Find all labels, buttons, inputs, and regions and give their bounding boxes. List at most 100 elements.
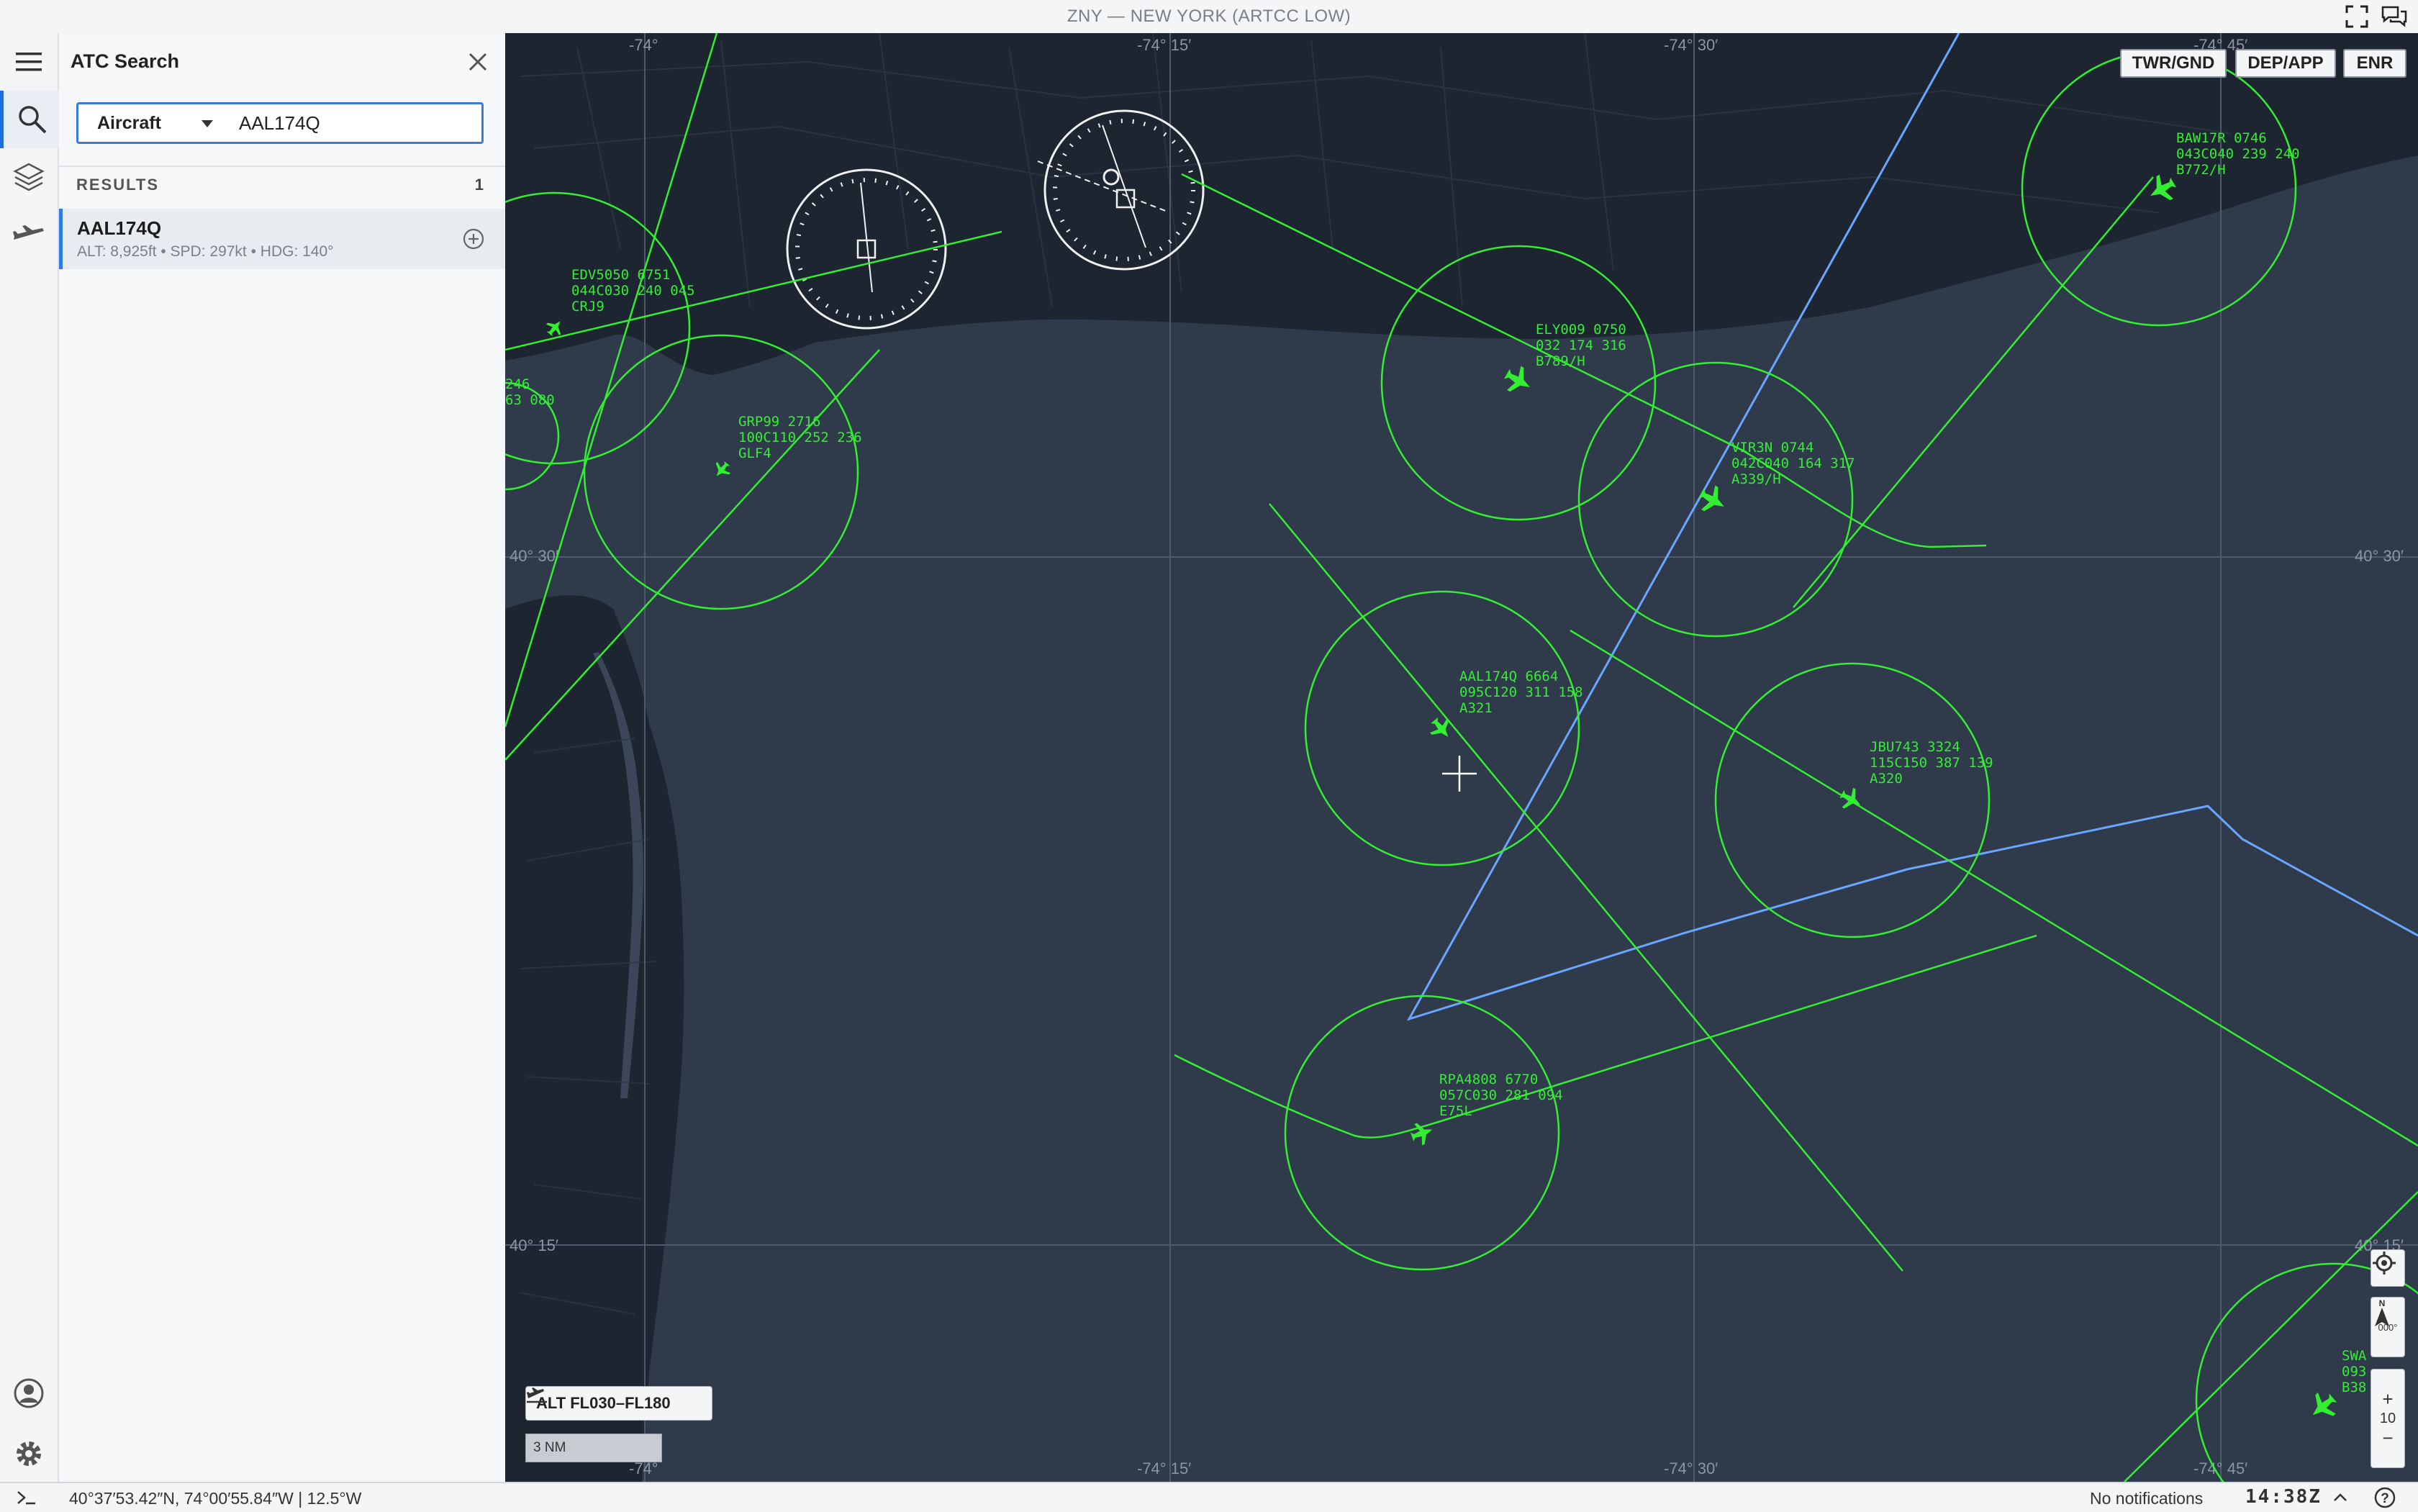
status-bar: 40°37′53.42″N, 74°00′55.84″W | 12.5°W No…: [0, 1482, 2418, 1512]
svg-text:?: ?: [2381, 1491, 2389, 1506]
svg-text:A321: A321: [1459, 700, 1493, 716]
svg-text:63 080: 63 080: [505, 392, 555, 408]
svg-text:115C150 387 139: 115C150 387 139: [1870, 755, 1993, 771]
radar-map[interactable]: -74° -74° 15′ -74° 30′ -74° 45′ -74° -74…: [505, 33, 2418, 1482]
zoom-in-button[interactable]: +: [2382, 1388, 2393, 1411]
svg-text:SWA: SWA: [2342, 1348, 2367, 1364]
settings-rail-button[interactable]: [0, 1425, 58, 1482]
svg-text:BAW17R 0746: BAW17R 0746: [2176, 130, 2267, 146]
crosshair-target-icon: [2373, 1251, 2396, 1275]
svg-text:095C120 311 158: 095C120 311 158: [1459, 684, 1583, 700]
results-label: RESULTS: [76, 176, 160, 194]
scale-bar: 3 NM: [525, 1434, 662, 1462]
category-select-value: Aircraft: [97, 112, 161, 133]
search-rail-button[interactable]: [0, 91, 61, 148]
svg-text:246: 246: [505, 376, 530, 392]
svg-text:044C030 240 045: 044C030 240 045: [571, 283, 695, 299]
chevron-up-icon[interactable]: [2332, 1490, 2349, 1505]
zoom-level: 10: [2379, 1410, 2396, 1426]
result-details: ALT: 8,925ft • SPD: 297kt • HDG: 140°: [77, 243, 334, 260]
svg-text:042C040 164 317: 042C040 164 317: [1731, 456, 1855, 471]
add-circle-icon[interactable]: [459, 225, 488, 253]
window-title-bar: ZNY — NEW YORK (ARTCC LOW): [0, 0, 2418, 35]
grid-label-top: -74° 15′: [1137, 36, 1191, 54]
result-item[interactable]: AAL174Q ALT: 8,925ft • SPD: 297kt • HDG:…: [59, 209, 505, 269]
svg-text:093: 093: [2342, 1364, 2366, 1380]
help-icon[interactable]: ?: [2373, 1486, 2396, 1509]
close-panel-button[interactable]: [462, 46, 494, 78]
svg-text:B789/H: B789/H: [1536, 353, 1585, 369]
zoom-out-button[interactable]: −: [2382, 1427, 2393, 1449]
grid-label-bottom: -74° 15′: [1137, 1459, 1191, 1477]
enr-button[interactable]: ENR: [2343, 49, 2406, 78]
locate-button[interactable]: [2371, 1249, 2405, 1287]
svg-text:CRJ9: CRJ9: [571, 299, 604, 314]
svg-text:032 174 316: 032 174 316: [1536, 338, 1626, 353]
results-header: RESULTS 1: [76, 176, 484, 194]
north-arrow-icon: N: [2375, 1298, 2389, 1326]
flights-rail-button[interactable]: [0, 206, 58, 263]
svg-text:043C040 239 240: 043C040 239 240: [2176, 146, 2300, 162]
zoom-control: + 10 −: [2371, 1369, 2405, 1468]
scale-label: 3 NM: [533, 1440, 566, 1455]
navigation-rail: [0, 33, 61, 1482]
chat-icon[interactable]: [2381, 4, 2408, 29]
compass-button[interactable]: N 000°: [2371, 1297, 2405, 1357]
search-input[interactable]: [233, 104, 481, 142]
grid-label-top: -74° 30′: [1664, 36, 1718, 54]
layers-rail-button[interactable]: [0, 148, 58, 206]
airplane-icon: [13, 225, 44, 240]
gear-icon: [17, 1441, 41, 1466]
data-block[interactable]: SWA 093 B38: [2342, 1348, 2367, 1395]
svg-text:057C030 281 094: 057C030 281 094: [1439, 1087, 1563, 1103]
notifications-status[interactable]: No notifications: [2090, 1489, 2203, 1508]
svg-text:VIR3N 0744: VIR3N 0744: [1731, 440, 1814, 456]
user-icon: [14, 1378, 44, 1408]
menu-button[interactable]: [0, 33, 58, 91]
window-title: ZNY — NEW YORK (ARTCC LOW): [1067, 6, 1351, 26]
close-icon: [468, 53, 487, 71]
svg-text:RPA4808 6770: RPA4808 6770: [1439, 1072, 1538, 1087]
svg-text:B38: B38: [2342, 1380, 2366, 1395]
svg-text:JBU743 3324: JBU743 3324: [1870, 739, 1960, 755]
category-select[interactable]: Aircraft: [78, 104, 233, 142]
twr-gnd-button[interactable]: TWR/GND: [2120, 49, 2227, 78]
result-callsign: AAL174Q: [77, 217, 162, 239]
search-panel: ATC Search Aircraft RESULTS 1 AAL174Q AL…: [59, 33, 507, 1482]
svg-text:E75L: E75L: [1439, 1103, 1472, 1119]
terminal-icon[interactable]: [16, 1488, 37, 1508]
search-icon: [19, 106, 47, 134]
svg-text:100C110 252 236: 100C110 252 236: [738, 430, 862, 445]
svg-text:ELY009 0750: ELY009 0750: [1536, 322, 1626, 338]
cursor-coordinates: 40°37′53.42″N, 74°00′55.84″W | 12.5°W: [69, 1489, 362, 1508]
grid-label-left: 40° 30′: [510, 547, 558, 565]
svg-text:GLF4: GLF4: [738, 445, 771, 461]
hamburger-icon: [16, 53, 42, 71]
layers-icon: [13, 163, 45, 191]
account-rail-button[interactable]: [0, 1364, 58, 1422]
grid-label-right: 40° 30′: [2355, 547, 2404, 565]
grid-label-bottom: -74° 30′: [1664, 1459, 1718, 1477]
fullscreen-icon[interactable]: [2345, 4, 2369, 29]
grid-label-bottom: -74° 45′: [2193, 1459, 2247, 1477]
divider: [59, 166, 505, 167]
svg-text:GRP99 2716: GRP99 2716: [738, 414, 820, 430]
svg-text:A339/H: A339/H: [1731, 471, 1781, 487]
grid-label-left: 40° 15′: [510, 1236, 558, 1254]
panel-title: ATC Search: [71, 50, 180, 72]
chevron-down-icon: [202, 120, 213, 127]
svg-text:EDV5050 6751: EDV5050 6751: [571, 267, 670, 283]
svg-text:B772/H: B772/H: [2176, 162, 2226, 178]
svg-text:N: N: [2379, 1298, 2386, 1308]
dep-app-button[interactable]: DEP/APP: [2235, 49, 2336, 78]
svg-text:A320: A320: [1870, 771, 1903, 787]
search-box: Aircraft: [76, 102, 484, 144]
utc-clock: 14:38Z: [2245, 1486, 2322, 1508]
altitude-filter-label: ALT FL030–FL180: [536, 1394, 671, 1412]
svg-text:AAL174Q 6664: AAL174Q 6664: [1459, 669, 1558, 684]
radar-map-canvas[interactable]: -74° -74° 15′ -74° 30′ -74° 45′ -74° -74…: [505, 33, 2418, 1482]
results-count: 1: [474, 176, 484, 194]
grid-label-top: -74°: [629, 36, 658, 54]
altitude-filter-button[interactable]: ALT FL030–FL180: [525, 1386, 712, 1421]
altitude-filter-icon: [527, 1387, 547, 1403]
